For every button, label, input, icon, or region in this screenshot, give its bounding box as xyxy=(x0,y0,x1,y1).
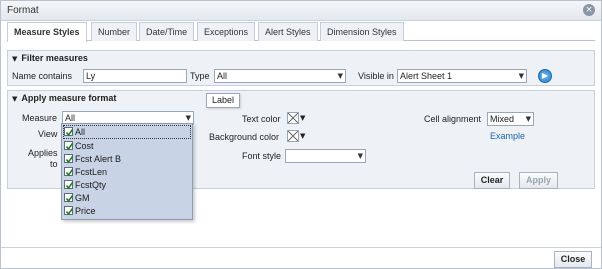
collapse-chevron-icon: ▼ xyxy=(12,55,18,63)
visible-in-select[interactable]: Alert Sheet 1 ▼ xyxy=(397,69,527,83)
list-item-label: Cost xyxy=(75,141,94,151)
list-item-label: FcstLen xyxy=(75,167,108,177)
list-item[interactable]: Cost xyxy=(64,140,190,152)
chevron-down-icon[interactable]: ▼ xyxy=(300,114,305,122)
chevron-down-icon: ▼ xyxy=(357,152,363,160)
tab-dimension-styles[interactable]: Dimension Styles xyxy=(320,22,404,41)
apply-button[interactable]: Apply xyxy=(519,172,558,189)
view-label: View xyxy=(38,129,58,139)
tab-date-time[interactable]: Date/Time xyxy=(139,22,195,41)
chevron-down-icon: ▼ xyxy=(525,115,531,123)
applies-to-label-2: to xyxy=(50,159,58,169)
visible-in-label: Visible in xyxy=(358,71,394,81)
chevron-down-icon: ▼ xyxy=(518,72,524,80)
cell-alignment-label: Cell alignment xyxy=(424,114,482,124)
format-dialog: Format × Measure Styles Number Date/Time… xyxy=(0,0,602,269)
name-contains-label: Name contains xyxy=(12,71,73,81)
text-color-label: Text color xyxy=(242,114,281,124)
close-icon[interactable]: × xyxy=(583,4,595,16)
tab-bar: Measure Styles Number Date/Time Exceptio… xyxy=(7,22,595,42)
close-button[interactable]: Close xyxy=(554,251,592,268)
checkbox-checked-icon[interactable] xyxy=(64,193,74,203)
tab-number[interactable]: Number xyxy=(91,22,138,41)
footer-divider xyxy=(1,247,601,248)
list-item-label: GM xyxy=(75,193,90,203)
checkbox-checked-icon[interactable] xyxy=(64,141,74,151)
checkbox-checked-icon[interactable] xyxy=(64,154,74,164)
measure-value: All xyxy=(65,113,76,123)
font-style-select[interactable]: ▼ xyxy=(285,149,366,163)
font-style-label: Font style xyxy=(242,151,282,161)
chevron-down-icon[interactable]: ▼ xyxy=(300,132,305,140)
list-item-label: Fcst Alert B xyxy=(75,154,122,164)
list-item[interactable]: All xyxy=(63,125,191,139)
list-item-label: Price xyxy=(75,206,96,216)
list-item-label: FcstQty xyxy=(75,180,106,190)
name-contains-input[interactable] xyxy=(83,69,187,83)
background-color-label: Background color xyxy=(209,132,280,142)
type-select[interactable]: All ▼ xyxy=(214,69,346,83)
list-item[interactable]: Price xyxy=(64,205,190,217)
checkbox-checked-icon[interactable] xyxy=(64,167,74,177)
applies-to-label: Applies xyxy=(28,148,58,158)
title-bar: Format × xyxy=(1,1,601,21)
tab-measure-styles[interactable]: Measure Styles xyxy=(7,22,87,42)
type-label: Type xyxy=(190,71,210,81)
measure-label: Measure xyxy=(22,113,58,123)
tab-exceptions[interactable]: Exceptions xyxy=(197,22,256,41)
dialog-title: Format xyxy=(7,5,39,16)
list-item[interactable]: GM xyxy=(64,192,190,204)
example-link[interactable]: Example xyxy=(490,131,525,141)
filter-measures-header[interactable]: ▼ Filter measures xyxy=(12,53,88,63)
go-arrow-icon[interactable]: ▶ xyxy=(538,69,552,83)
checkbox-checked-icon[interactable] xyxy=(64,180,74,190)
apply-format-header[interactable]: ▼ Apply measure format xyxy=(12,93,116,103)
collapse-chevron-icon: ▼ xyxy=(12,95,18,103)
list-item[interactable]: FcstLen xyxy=(64,166,190,178)
apply-format-heading: Apply measure format xyxy=(21,93,117,103)
measure-dropdown-list: All Cost Fcst Alert B FcstLen FcstQty GM… xyxy=(61,123,193,220)
visible-in-value: Alert Sheet 1 xyxy=(400,71,453,81)
filter-measures-heading: Filter measures xyxy=(21,53,88,63)
cell-alignment-value: Mixed xyxy=(490,114,515,124)
tab-alert-styles[interactable]: Alert Styles xyxy=(258,22,318,41)
filter-measures-panel: ▼Filter measures Name contains Type All … xyxy=(7,50,595,86)
clear-button[interactable]: Clear xyxy=(474,172,510,189)
type-value: All xyxy=(217,71,228,81)
chevron-down-icon: ▼ xyxy=(337,72,343,80)
text-color-swatch[interactable] xyxy=(287,112,299,124)
list-item[interactable]: Fcst Alert B xyxy=(64,153,190,165)
list-item[interactable]: FcstQty xyxy=(64,179,190,191)
checkbox-checked-icon[interactable] xyxy=(64,206,74,216)
label-tooltip: Label xyxy=(206,93,240,108)
cell-alignment-select[interactable]: Mixed ▼ xyxy=(487,112,534,126)
list-item-label: All xyxy=(75,127,86,137)
background-color-swatch[interactable] xyxy=(287,130,299,142)
checkbox-checked-icon[interactable] xyxy=(64,127,74,137)
